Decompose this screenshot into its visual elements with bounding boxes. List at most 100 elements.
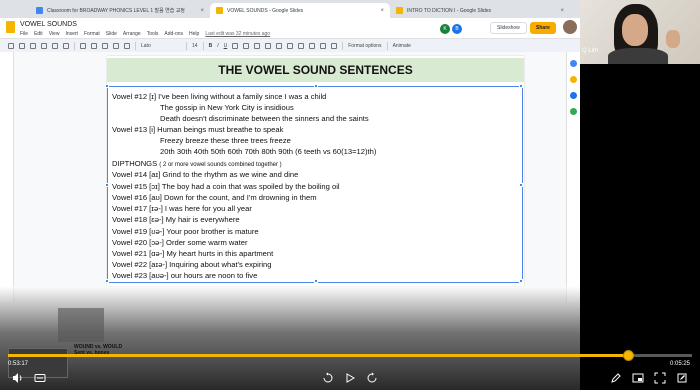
close-icon[interactable]: × <box>560 8 564 14</box>
resize-handle[interactable] <box>105 84 109 88</box>
slide-text-line[interactable]: Vowel #23 [aʊə-] our hours are noon to f… <box>112 271 257 280</box>
format-options-button[interactable]: Format options <box>348 43 381 49</box>
clear-formatting-icon[interactable] <box>331 42 338 49</box>
slide-text-line[interactable]: Vowel #15 [ɔɪ] The boy had a coin that w… <box>112 182 340 191</box>
print-icon[interactable] <box>41 42 47 49</box>
menu-addons[interactable]: Add-ons <box>164 31 183 37</box>
bulleted-list-icon[interactable] <box>309 42 316 49</box>
tab-intro-to-diction[interactable]: INTRO TO DICTION I - Google Slides × <box>390 3 570 18</box>
edit-icon[interactable] <box>676 372 688 384</box>
zoom-icon[interactable] <box>63 42 69 49</box>
fullscreen-icon[interactable] <box>654 372 666 384</box>
forward-10-icon[interactable] <box>366 372 378 384</box>
menu-arrange[interactable]: Arrange <box>123 31 141 37</box>
slide-text-line[interactable]: Vowel #18 [ɛə-] My hair is everywhere <box>112 215 240 224</box>
section-note: ( 2 or more vowel sounds combined togeth… <box>159 162 282 168</box>
list-icon[interactable] <box>298 42 305 49</box>
animate-button[interactable]: Animate <box>393 43 411 49</box>
tasks-icon[interactable] <box>570 92 577 99</box>
slide-text-line[interactable]: Vowel #20 [ɔə-] Order some warm water <box>112 238 247 247</box>
indent-icon[interactable] <box>320 42 327 49</box>
document-title[interactable]: VOWEL SOUNDS <box>20 21 77 28</box>
font-size-field[interactable]: 14 <box>192 43 198 49</box>
section-heading: DIPTHONGS <box>112 159 158 168</box>
cursor-icon[interactable] <box>80 42 86 49</box>
menu-edit[interactable]: Edit <box>34 31 43 37</box>
tab-classroom[interactable]: Classroom for BROADWAY PHONICS LEVEL 1 발… <box>30 3 210 18</box>
collaborator-avatar[interactable]: B <box>452 24 462 34</box>
resize-handle[interactable] <box>105 279 109 283</box>
menu-help[interactable]: Help <box>189 31 199 37</box>
resize-handle[interactable] <box>314 84 318 88</box>
collaborator-avatar[interactable]: K <box>440 24 450 34</box>
text-color-icon[interactable] <box>232 42 239 49</box>
menu-insert[interactable]: Insert <box>65 31 78 37</box>
picture-in-picture-icon[interactable] <box>632 372 644 384</box>
divider <box>342 41 344 50</box>
volume-icon[interactable] <box>12 372 24 384</box>
underline-button[interactable]: U <box>224 43 228 49</box>
highlight-icon[interactable] <box>243 42 250 49</box>
slide-text-line[interactable]: Vowel #21 [ɑə-] My heart hurts in this a… <box>112 249 273 258</box>
slide-text-line[interactable]: DIPTHONGS ( 2 or more vowel sounds combi… <box>112 159 282 168</box>
slide[interactable]: THE VOWEL SOUND SENTENCES Vowel #12 [ɪ] … <box>105 56 524 286</box>
slide-text-line[interactable]: Vowel #17 [ɪə-] I was here for you all y… <box>112 204 252 213</box>
menu-view[interactable]: View <box>49 31 60 37</box>
resize-handle[interactable] <box>519 279 523 283</box>
last-edit-link[interactable]: Last edit was 32 minutes ago <box>205 31 270 37</box>
textbox-icon[interactable] <box>91 42 97 49</box>
link-icon[interactable] <box>254 42 261 49</box>
close-icon[interactable]: × <box>200 8 204 14</box>
align-icon[interactable] <box>276 42 283 49</box>
resize-handle[interactable] <box>314 279 318 283</box>
bold-button[interactable]: B <box>209 43 213 49</box>
video-progress-bar[interactable] <box>8 350 692 361</box>
slide-title[interactable]: THE VOWEL SOUND SENTENCES <box>107 58 524 82</box>
slide-text-line[interactable]: The gossip in New York City is insidious <box>160 103 294 112</box>
share-button[interactable]: Share <box>530 22 556 34</box>
menu-slide[interactable]: Slide <box>106 31 117 37</box>
comment-icon[interactable] <box>265 42 272 49</box>
presenter-body <box>608 48 668 64</box>
add-icon[interactable] <box>8 42 14 49</box>
paint-format-icon[interactable] <box>52 42 58 49</box>
tab-vowel-sounds[interactable]: VOWEL SOUNDS - Google Slides × <box>210 3 390 18</box>
slide-text-line[interactable]: Vowel #22 [aɪə-] Inquiring about what's … <box>112 260 272 269</box>
calendar-icon[interactable] <box>570 60 577 67</box>
line-icon[interactable] <box>124 42 130 49</box>
account-avatar[interactable] <box>563 20 577 34</box>
rewind-10-icon[interactable] <box>322 372 334 384</box>
pen-icon[interactable] <box>610 372 622 384</box>
undo-icon[interactable] <box>19 42 25 49</box>
redo-icon[interactable] <box>30 42 36 49</box>
progress-scrubber[interactable] <box>623 350 635 361</box>
slides-logo-icon[interactable] <box>6 21 15 33</box>
menu-tools[interactable]: Tools <box>147 31 159 37</box>
text-box[interactable]: Vowel #12 [ɪ] I've been living without a… <box>105 84 523 283</box>
maps-icon[interactable] <box>570 108 577 115</box>
slide-text-line[interactable]: Vowel #14 [aɪ] Grind to the rhythm as we… <box>112 170 298 179</box>
resize-handle[interactable] <box>519 84 523 88</box>
slide-text-line[interactable]: 20th 30th 40th 50th 60th 70th 80th 90th … <box>160 147 376 156</box>
image-icon[interactable] <box>102 42 108 49</box>
font-selector[interactable]: Lato <box>141 43 181 49</box>
menu-file[interactable]: File <box>20 31 28 37</box>
slideshow-button[interactable]: Slideshow <box>490 22 527 34</box>
slide-text-line[interactable]: Freezy breeze these three trees freeze <box>160 136 291 145</box>
slide-text-line[interactable]: Vowel #12 [ɪ] I've been living without a… <box>112 92 326 101</box>
close-icon[interactable]: × <box>380 8 384 14</box>
italic-button[interactable]: I <box>217 43 218 49</box>
menu-format[interactable]: Format <box>84 31 100 37</box>
play-icon[interactable] <box>344 372 356 384</box>
speaker-notes-thumbnail <box>58 308 104 342</box>
keep-icon[interactable] <box>570 76 577 83</box>
shape-icon[interactable] <box>113 42 119 49</box>
resize-handle[interactable] <box>105 183 109 187</box>
line-spacing-icon[interactable] <box>287 42 294 49</box>
captions-icon[interactable] <box>34 372 46 384</box>
slide-text-line[interactable]: Vowel #16 [aʊ] Down for the count, and I… <box>112 193 317 202</box>
slide-text-line[interactable]: Vowel #13 [i] Human beings must breathe … <box>112 125 283 134</box>
resize-handle[interactable] <box>519 183 523 187</box>
slide-text-line[interactable]: Death doesn't discriminate between the s… <box>160 114 369 123</box>
slide-text-line[interactable]: Vowel #19 [ʊə-] Your poor brother is mat… <box>112 227 259 236</box>
